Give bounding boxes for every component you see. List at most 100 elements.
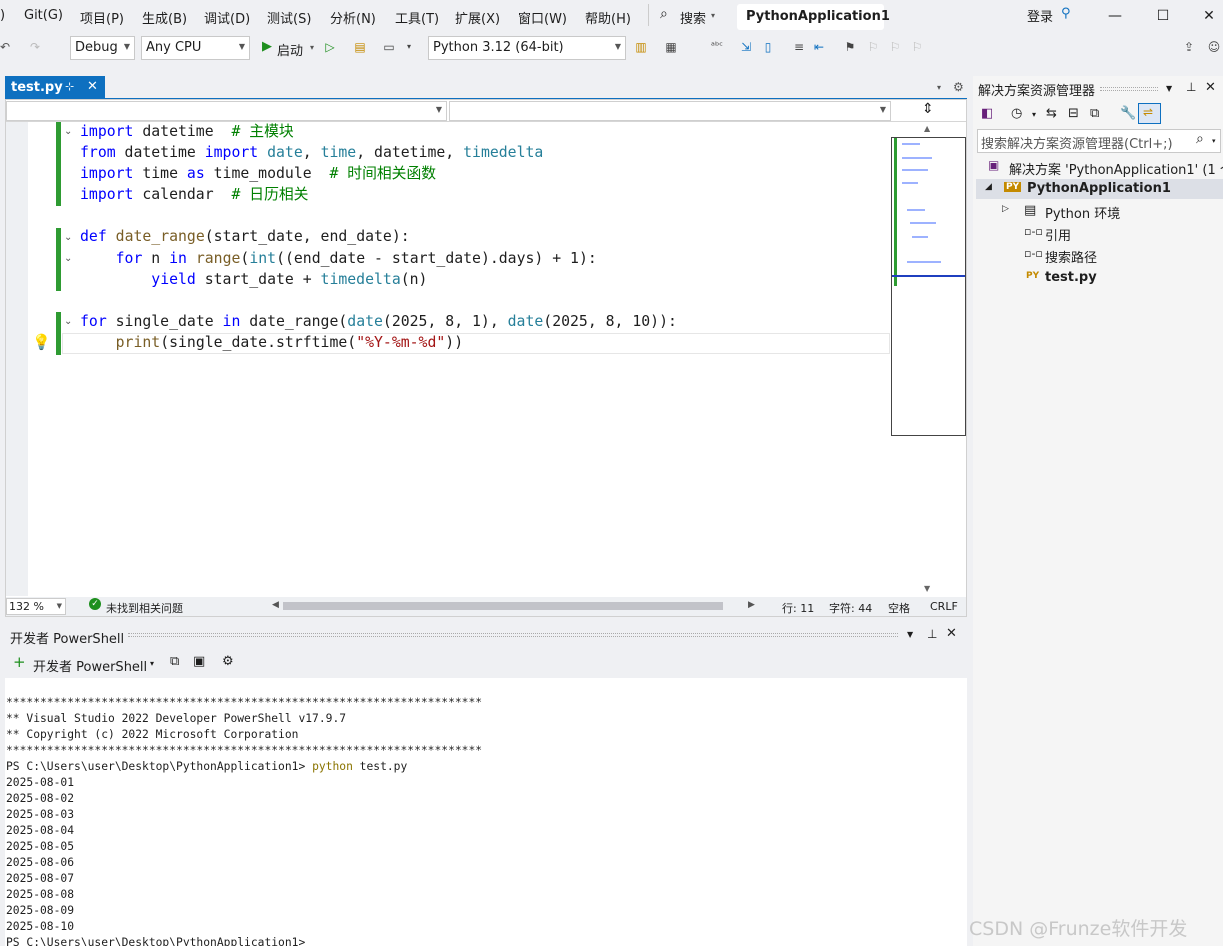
menu-item-git[interactable]: Git(G) <box>24 8 63 23</box>
scroll-left-icon[interactable]: ◀ <box>272 600 279 610</box>
bookmark-icon[interactable]: ⚑ <box>841 38 859 56</box>
minimap[interactable] <box>891 137 966 436</box>
feedback-icon[interactable]: ☺ <box>1205 38 1223 56</box>
code-line[interactable]: yield start_date + timedelta(n) <box>80 269 677 290</box>
show-all-files-icon[interactable]: ⧉ <box>1090 106 1099 121</box>
chevron-down-icon[interactable]: ▼ <box>907 630 913 639</box>
account-icon[interactable]: ⚲ <box>1061 6 1071 21</box>
spell-check-icon[interactable]: ᵃᵇᶜ <box>708 38 726 56</box>
member-select[interactable]: ▼ <box>449 101 891 121</box>
switch-views-icon[interactable]: ◧ <box>981 106 993 121</box>
tab-close-icon[interactable]: ✕ <box>87 79 98 94</box>
menu-item-window[interactable]: 窗口(W) <box>518 8 567 27</box>
settings-icon[interactable]: ⚙ <box>953 80 964 94</box>
code-line[interactable]: import datetime # 主模块 <box>80 121 677 142</box>
lightbulb-icon[interactable]: 💡 <box>32 333 51 351</box>
menu-item-tools[interactable]: 工具(T) <box>395 8 439 27</box>
chevron-down-icon[interactable]: ▾ <box>1212 137 1216 145</box>
chevron-down-icon[interactable]: ▾ <box>310 43 314 52</box>
tree-item-python-env[interactable]: Python 环境 <box>1045 203 1120 222</box>
history-icon[interactable]: ◷ <box>1011 106 1022 121</box>
copy-icon[interactable]: ⧉ <box>170 654 179 669</box>
split-icon[interactable]: ⇕ <box>922 101 934 117</box>
menu-item-file[interactable]: ) <box>0 8 5 23</box>
fold-toggle-icon[interactable]: ⌄ <box>64 253 72 264</box>
fold-toggle-icon[interactable]: ⌄ <box>64 316 72 327</box>
settings-icon[interactable]: ⚙ <box>222 654 234 669</box>
tree-item-solution[interactable]: 解决方案 'PythonApplication1' (1 个 <box>1009 159 1223 178</box>
chevron-down-icon[interactable]: ▾ <box>1032 110 1036 119</box>
scroll-up-icon[interactable]: ▲ <box>924 124 930 133</box>
plus-icon[interactable]: + <box>13 653 26 671</box>
outdent-icon[interactable]: ⇤ <box>810 38 828 56</box>
code-line[interactable]: def date_range(start_date, end_date): <box>80 226 677 247</box>
code-line[interactable] <box>80 205 677 226</box>
clear-bookmarks-icon[interactable]: ⚐ <box>908 38 926 56</box>
line-number-status[interactable]: 行: 11 <box>782 600 814 616</box>
chevron-down-icon[interactable]: ▼ <box>1166 84 1172 93</box>
sign-in-link[interactable]: 登录 <box>1027 6 1053 25</box>
preview-toggle[interactable]: ⇌ <box>1138 103 1161 124</box>
line-ending-status[interactable]: CRLF <box>930 600 958 613</box>
start-icon[interactable]: ▶ <box>258 38 276 56</box>
prev-bookmark-icon[interactable]: ⚐ <box>864 38 882 56</box>
panel-grip[interactable] <box>1100 87 1158 91</box>
menu-item-help[interactable]: 帮助(H) <box>585 8 631 27</box>
window-layout-icon[interactable]: ▭ <box>380 38 398 56</box>
fold-toggle-icon[interactable]: ⌄ <box>64 126 72 137</box>
menu-item-project[interactable]: 项目(P) <box>80 8 124 27</box>
close-icon[interactable]: ✕ <box>1205 80 1216 95</box>
code-line[interactable]: for single_date in date_range(date(2025,… <box>80 311 677 332</box>
horizontal-scrollbar-thumb[interactable] <box>283 602 723 610</box>
next-bookmark-icon[interactable]: ⚐ <box>886 38 904 56</box>
configuration-select[interactable]: Debug ▼ <box>70 36 135 60</box>
code-line[interactable] <box>80 290 677 311</box>
tree-item-project[interactable]: PythonApplication1 <box>1027 181 1171 196</box>
issues-status[interactable]: 未找到相关问题 <box>106 600 183 616</box>
step-icon[interactable]: ⇲ <box>737 38 755 56</box>
tree-item-test-py[interactable]: test.py <box>1045 270 1097 285</box>
start-button[interactable]: 启动 <box>277 40 303 59</box>
menu-item-build[interactable]: 生成(B) <box>142 8 187 27</box>
maximize-icon[interactable]: ☐ <box>1153 6 1173 26</box>
menu-item-extensions[interactable]: 扩展(X) <box>455 8 500 27</box>
minimize-icon[interactable]: — <box>1105 6 1125 26</box>
tree-item-search-paths[interactable]: 搜索路径 <box>1045 247 1097 266</box>
pin-icon[interactable]: ⊥ <box>1186 80 1196 94</box>
fold-toggle-icon[interactable]: ⌄ <box>64 232 72 243</box>
clipboard-icon[interactable]: ▣ <box>193 654 205 669</box>
indent-icon[interactable]: ≡ <box>790 38 808 56</box>
python-environment-select[interactable]: Python 3.12 (64-bit) ▼ <box>428 36 626 60</box>
folder-icon[interactable]: ▤ <box>351 38 369 56</box>
pin-icon[interactable]: ⊹ <box>65 80 74 93</box>
close-icon[interactable]: ✕ <box>1199 6 1219 26</box>
zoom-select[interactable]: 132 % ▼ <box>6 598 66 615</box>
grid-icon[interactable]: ▦ <box>662 38 680 56</box>
search-button[interactable]: 搜索 <box>680 8 706 27</box>
collapse-icon[interactable]: ▷ <box>1002 204 1009 214</box>
scope-select[interactable]: ▼ <box>6 101 447 121</box>
redo-icon[interactable]: ↷ <box>26 38 44 56</box>
tree-item-references[interactable]: 引用 <box>1045 225 1071 244</box>
new-powershell-button[interactable]: 开发者 PowerShell <box>33 656 147 675</box>
share-icon[interactable]: ⇪ <box>1180 38 1198 56</box>
code-line[interactable]: print(single_date.strftime("%Y-%m-%d")) <box>80 332 677 353</box>
menu-item-analyze[interactable]: 分析(N) <box>330 8 376 27</box>
overflow-icon[interactable]: ▾ <box>400 38 418 56</box>
scroll-down-icon[interactable]: ▼ <box>924 584 930 593</box>
undo-icon[interactable]: ↶ <box>0 38 14 56</box>
menu-item-debug[interactable]: 调试(D) <box>204 8 250 27</box>
package-icon[interactable]: ▥ <box>632 38 650 56</box>
sync-icon[interactable]: ⇆ <box>1046 106 1057 121</box>
pin-icon[interactable]: ⊥ <box>927 627 937 641</box>
collapse-all-icon[interactable]: ⊟ <box>1068 106 1079 121</box>
start-without-debugging-icon[interactable]: ▷ <box>321 38 339 56</box>
code-text[interactable]: import datetime # 主模块 from datetime impor… <box>80 121 677 353</box>
document-icon[interactable]: ▯ <box>759 38 777 56</box>
scroll-right-icon[interactable]: ▶ <box>748 600 755 610</box>
chevron-down-icon[interactable]: ▾ <box>150 659 154 668</box>
code-line[interactable]: import calendar # 日历相关 <box>80 184 677 205</box>
search-icon[interactable]: ⌕ <box>1196 131 1204 147</box>
platform-select[interactable]: Any CPU ▼ <box>141 36 250 60</box>
code-line[interactable]: for n in range(int((end_date - start_dat… <box>80 248 677 269</box>
